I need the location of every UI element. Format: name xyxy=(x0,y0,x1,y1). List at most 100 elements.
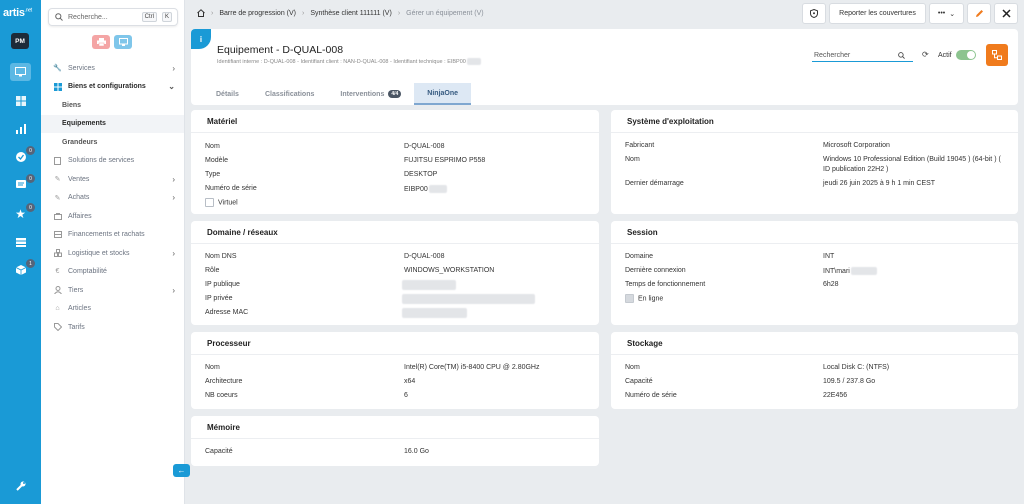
field-value: D-QUAL-008 xyxy=(404,253,445,260)
tab-ninjaone[interactable]: NinjaOne xyxy=(414,83,472,105)
session-card: Session Domaine INT Dernière connexion I… xyxy=(611,221,1018,325)
chevron-right-icon: › xyxy=(172,193,175,203)
processeur-card: Processeur Nom Intel(R) Core(TM) i5-8400… xyxy=(191,332,599,409)
materiel-card: Matériel Nom D-QUAL-008 Modèle FUJITSU E… xyxy=(191,110,599,214)
workflow-button[interactable] xyxy=(986,44,1008,66)
sidebar-item-tarifs[interactable]: Tarifs xyxy=(41,318,184,337)
tag-icon: ⌂ xyxy=(55,305,60,313)
rail-money[interactable] xyxy=(10,233,31,251)
money-icon xyxy=(15,238,26,247)
en-ligne-checkbox-row[interactable]: En ligne xyxy=(625,294,663,303)
tab-label: Détails xyxy=(216,90,239,98)
shield-button[interactable] xyxy=(802,3,826,24)
rail-badge: 0 xyxy=(26,146,35,155)
actif-toggle[interactable] xyxy=(955,50,976,60)
field-value: INT\mari xyxy=(823,267,877,275)
field-label: Capacité xyxy=(205,448,233,455)
field-value: 6h28 xyxy=(823,281,839,288)
en-ligne-checkbox[interactable] xyxy=(625,294,634,303)
rail-chart[interactable] xyxy=(10,120,31,138)
memoire-card: Mémoire Capacité 16.0 Go xyxy=(191,416,599,466)
sidebar-item-solutions[interactable]: Solutions de services xyxy=(41,152,184,171)
tools-button[interactable] xyxy=(994,3,1018,24)
search-icon[interactable] xyxy=(898,51,905,59)
print-button[interactable] xyxy=(92,35,110,49)
star-icon: ★ xyxy=(15,207,26,221)
breadcrumb-item[interactable]: Barre de progression (V) xyxy=(219,10,296,17)
refresh-icon[interactable]: ⟳ xyxy=(922,50,929,59)
breadcrumb-item[interactable]: Synthèse client 111111 (V) xyxy=(310,10,391,17)
briefcase-icon xyxy=(53,212,62,221)
sidebar-item-equipements[interactable]: Equipements xyxy=(41,114,184,133)
virtuel-checkbox-row[interactable]: Virtuel xyxy=(205,198,238,207)
chevron-right-icon: › xyxy=(172,248,175,258)
sidebar-item-grandeurs[interactable]: Grandeurs xyxy=(41,133,184,152)
sidebar-item-biens[interactable]: Biens xyxy=(41,96,184,115)
rail-grid[interactable] xyxy=(10,92,31,110)
sidebar-item-tiers[interactable]: Tiers › xyxy=(41,281,184,300)
printer-icon xyxy=(96,38,106,46)
search-input[interactable]: Recherche... Ctrl K xyxy=(48,8,178,26)
grid-icon xyxy=(53,82,62,91)
rail-chat[interactable]: 0 xyxy=(10,174,35,194)
field-label: Nom xyxy=(205,364,220,371)
tab-classifications[interactable]: Classifications xyxy=(252,83,327,105)
card-title: Processeur xyxy=(191,332,599,355)
tools-icon xyxy=(1001,9,1011,18)
sitemap-icon xyxy=(992,50,1002,60)
tab-label: Interventions xyxy=(340,90,385,98)
sidebar-item-services[interactable]: 🔧 Services › xyxy=(41,59,184,78)
sidebar-item-comptabilite[interactable]: € Comptabilité xyxy=(41,263,184,282)
redacted-value xyxy=(850,267,877,275)
virtuel-checkbox[interactable] xyxy=(205,198,214,207)
sidebar-item-articles[interactable]: ⌂ Articles xyxy=(41,300,184,319)
rail-star[interactable]: ★ 0 xyxy=(10,203,35,223)
sidebar-item-label: Grandeurs xyxy=(62,138,98,146)
actif-toggle-group: Actif xyxy=(938,50,976,60)
field-label: Nom DNS xyxy=(205,253,237,260)
edit-button[interactable] xyxy=(967,3,991,24)
sidebar-item-ventes[interactable]: ✎ Ventes › xyxy=(41,170,184,189)
field-label: Fabricant xyxy=(625,142,655,149)
rail-desktop[interactable] xyxy=(10,63,31,81)
field-value: WINDOWS_WORKSTATION xyxy=(404,267,495,274)
tab-interventions[interactable]: Interventions 4/4 xyxy=(327,83,414,105)
sidebar-item-biens-configurations[interactable]: Biens et configurations ⌄ xyxy=(41,78,184,97)
home-icon[interactable] xyxy=(197,9,205,17)
tab-details[interactable]: Détails xyxy=(203,83,252,105)
screen-button[interactable] xyxy=(114,35,132,49)
table-icon xyxy=(53,230,62,239)
redacted-value xyxy=(467,58,482,65)
field-label: Modèle xyxy=(205,157,228,164)
actif-label: Actif xyxy=(938,51,952,59)
card-title: Domaine / réseaux xyxy=(191,221,599,244)
equipment-header: i Equipement - D-QUAL-008 Identifiant in… xyxy=(191,29,1018,105)
field-value: Local Disk C: (NTFS) xyxy=(823,364,890,371)
field-value: 22E456 xyxy=(823,392,848,399)
sidebar-item-financements[interactable]: Financements et rachats xyxy=(41,226,184,245)
collapse-sidebar-button[interactable]: ← xyxy=(173,464,190,477)
rail-check[interactable]: 0 xyxy=(10,146,35,166)
report-coverage-button[interactable]: Reporter les couvertures xyxy=(829,3,926,24)
card-title: Mémoire xyxy=(191,416,599,439)
field-value: Windows 10 Professional Edition (Build 1… xyxy=(823,156,1001,163)
os-card: Système d'exploitation Fabricant Microso… xyxy=(611,110,1018,214)
grid-icon xyxy=(15,96,26,106)
breadcrumb: › Barre de progression (V) › Synthèse cl… xyxy=(197,9,484,17)
rail-settings[interactable] xyxy=(10,477,31,495)
field-label: Numéro de série xyxy=(205,185,257,192)
search-icon xyxy=(55,13,63,21)
breadcrumb-separator: › xyxy=(397,9,401,17)
field-label: Dernier démarrage xyxy=(625,180,684,187)
sidebar-item-achats[interactable]: ✎ Achats › xyxy=(41,189,184,208)
avatar[interactable]: PM xyxy=(11,33,29,49)
sidebar-item-affaires[interactable]: Affaires xyxy=(41,207,184,226)
sidebar-item-logistique[interactable]: Logistique et stocks › xyxy=(41,244,184,263)
app-logo[interactable]: artis.net xyxy=(3,7,32,19)
more-actions-button[interactable]: ••• ⌄ xyxy=(929,3,964,24)
shortcut-k: K xyxy=(161,12,172,22)
redacted-value xyxy=(402,308,467,318)
header-search-input[interactable]: Rechercher xyxy=(812,49,913,62)
chevron-right-icon: › xyxy=(172,285,175,295)
rail-box[interactable]: 1 xyxy=(10,259,35,279)
